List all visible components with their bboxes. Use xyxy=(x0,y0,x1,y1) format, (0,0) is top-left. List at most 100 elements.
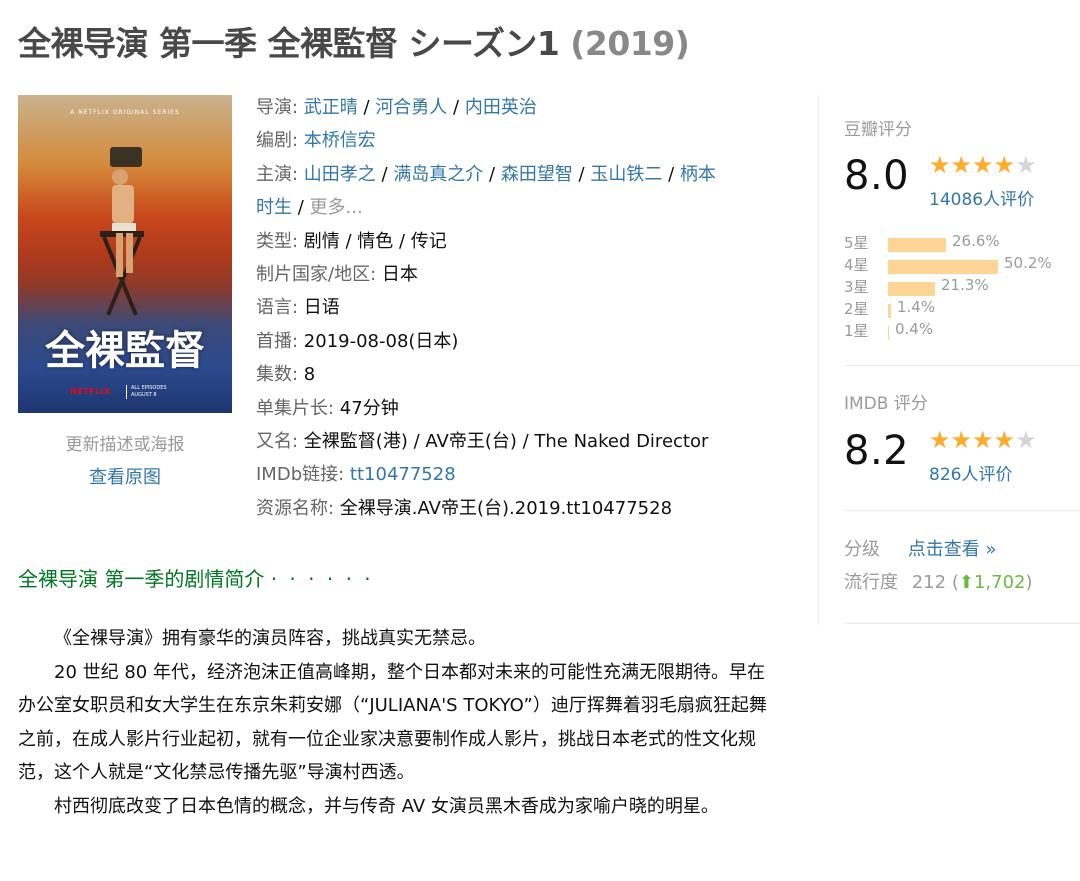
rating-class-row: 分级 点击查看 » xyxy=(844,535,996,561)
runtime-value: 47分钟 xyxy=(339,397,399,419)
star-full-icon: ★ xyxy=(972,426,994,454)
language-value: 日语 xyxy=(303,297,340,319)
director-row: 导演: 武正晴 / 河合勇人 / 内田英治 xyxy=(256,97,537,118)
aka-row: 又名: 全裸監督(港) / AV帝王(台) / The Naked Direct… xyxy=(256,431,709,453)
writer-label: 编剧 xyxy=(256,130,292,152)
imdb-row: IMDb链接: tt10477528 xyxy=(256,464,456,486)
star-full-icon: ★ xyxy=(993,426,1016,454)
star-level-label: 1星 xyxy=(844,322,869,340)
summary-heading-text: 全裸导演 第一季的剧情简介 xyxy=(18,567,265,591)
rating-class-link[interactable]: 点击查看 » xyxy=(908,539,997,560)
imdb-label: IMDb链接 xyxy=(256,464,339,486)
cast-link[interactable]: 时生 xyxy=(256,197,292,218)
cast-link[interactable]: 山田孝之 xyxy=(304,164,376,185)
douban-rating-label: 豆瓣评分 xyxy=(844,120,912,140)
popularity-value: 212 xyxy=(911,572,947,593)
star-level-label: 3星 xyxy=(844,278,869,296)
star-full-icon: ★ xyxy=(950,426,973,454)
premiere-row: 首播: 2019-08-08(日本) xyxy=(256,330,459,352)
star-full-icon: ★ xyxy=(929,151,951,179)
cast-link[interactable]: 柄本 xyxy=(680,164,716,185)
rating-bar-row: 1星 0.4% xyxy=(844,320,1074,342)
runtime-label: 单集片长 xyxy=(256,397,328,419)
country-value: 日本 xyxy=(381,264,418,286)
language-row: 语言: 日语 xyxy=(256,297,340,319)
imdb-link[interactable]: tt10477528 xyxy=(350,464,456,485)
netflix-logo: NETFLIX xyxy=(70,387,111,396)
rating-distribution: 5星 26.6% 4星 50.2% 3星 21.3% 2星 1.4% 1星 0.4% xyxy=(844,232,1074,342)
update-poster-link[interactable]: 更新描述或海报 xyxy=(18,430,232,455)
aka-value: 全裸監督(港) / AV帝王(台) / The Naked Director xyxy=(303,431,709,453)
poster-image[interactable]: A NETFLIX ORIGINAL SERIES 全裸監督 NETFLIX A… xyxy=(18,95,232,413)
star-full-icon: ★ xyxy=(972,151,994,179)
page-title: 全裸导演 第一季 全裸監督 シーズン1 (2019) xyxy=(18,18,690,70)
douban-votes-link[interactable]: 14086人评价 xyxy=(929,185,1034,210)
resource-label: 资源名称 xyxy=(256,497,328,519)
more-cast-link[interactable]: 更多... xyxy=(310,197,363,218)
popularity-row: 流行度 212 (⬆1,702) xyxy=(844,572,1033,593)
rating-bar-row: 4星 50.2% xyxy=(844,254,1074,276)
premiere-value: 2019-08-08(日本) xyxy=(303,330,459,352)
episodes-label: 集数 xyxy=(256,364,292,386)
cast-row: 主演: 山田孝之 / 满岛真之介 / 森田望智 / 玉山铁二 / 柄本 xyxy=(256,163,716,185)
imdb-stars: ★★★★★ xyxy=(929,428,1037,452)
poster-figure-illustration xyxy=(100,147,144,316)
view-original-link[interactable]: 查看原图 xyxy=(18,463,232,489)
star-full-icon: ★ xyxy=(993,151,1016,179)
poster-episodes-note: ALL EPISODES AUGUST 8 xyxy=(126,385,181,399)
rating-bar-row: 5星 26.6% xyxy=(844,232,1074,254)
divider xyxy=(844,510,1080,511)
title-main: 全裸导演 第一季 全裸監督 シーズン1 xyxy=(18,24,560,63)
cast-label: 主演 xyxy=(256,163,292,185)
douban-score: 8.0 xyxy=(844,153,910,199)
imdb-score: 8.2 xyxy=(844,428,910,474)
aka-label: 又名 xyxy=(256,431,292,453)
rating-bar-row: 3星 21.3% xyxy=(844,276,1074,298)
episodes-value: 8 xyxy=(303,364,316,386)
country-row: 制片国家/地区: 日本 xyxy=(256,264,418,286)
genre-value: 剧情 / 情色 / 传记 xyxy=(303,230,447,252)
info-panel: 导演: 武正晴 / 河合勇人 / 内田英治 编剧: 本桥信宏 主演: 山田孝之 … xyxy=(256,91,796,525)
language-label: 语言 xyxy=(256,297,292,319)
star-full-icon: ★ xyxy=(929,426,951,454)
cast-link[interactable]: 森田望智 xyxy=(501,164,573,185)
rating-percent: 1.4% xyxy=(897,298,936,316)
star-level-label: 5星 xyxy=(844,234,869,252)
popularity-change: 1,702 xyxy=(973,572,1026,593)
summary-paragraph: 20 世纪 80 年代，经济泡沫正值高峰期，整个日本都对未来的可能性充满无限期待… xyxy=(18,661,767,784)
star-level-label: 2星 xyxy=(844,300,869,318)
rating-percent: 26.6% xyxy=(952,232,1000,250)
summary-paragraph: 村西彻底改变了日本色情的概念，并与传奇 AV 女演员黑木香成为家喻户晓的明星。 xyxy=(54,795,719,817)
rating-percent: 0.4% xyxy=(895,320,934,338)
rating-bar xyxy=(888,326,889,340)
summary-heading-dots: · · · · · · xyxy=(270,567,374,591)
writer-link[interactable]: 本桥信宏 xyxy=(304,130,376,151)
genre-row: 类型: 剧情 / 情色 / 传记 xyxy=(256,230,447,252)
director-link[interactable]: 武正晴 xyxy=(304,97,358,118)
director-link[interactable]: 内田英治 xyxy=(465,97,537,118)
cast-link[interactable]: 满岛真之介 xyxy=(393,164,483,185)
imdb-votes-link[interactable]: 826人评价 xyxy=(929,460,1012,485)
country-label: 制片国家/地区 xyxy=(256,264,371,286)
rating-percent: 50.2% xyxy=(1004,254,1052,272)
writer-row: 编剧: 本桥信宏 xyxy=(256,130,376,152)
arrow-up-icon: ⬆ xyxy=(958,572,974,593)
cast-link[interactable]: 玉山铁二 xyxy=(590,164,662,185)
resource-value: 全裸导演.AV帝王(台).2019.tt10477528 xyxy=(339,497,673,519)
summary-heading: 全裸导演 第一季的剧情简介 · · · · · · xyxy=(18,563,374,592)
star-empty-icon: ★ xyxy=(1015,426,1037,454)
poster-big-title: 全裸監督 xyxy=(45,328,205,374)
rating-bar-row: 2星 1.4% xyxy=(844,298,1074,320)
rating-panel: 豆瓣评分 8.0 ★★★★★ 14086人评价 5星 26.6% 4星 50.2% … xyxy=(818,95,1080,625)
summary-text: 《全裸导演》拥有豪华的演员阵容，挑战真实无禁忌。 20 世纪 80 年代，经济泡… xyxy=(18,622,782,824)
title-year: (2019) xyxy=(570,24,690,63)
director-label: 导演 xyxy=(256,97,292,118)
divider xyxy=(844,623,1080,624)
divider xyxy=(844,365,1080,366)
rating-class-label: 分级 xyxy=(844,539,880,560)
director-link[interactable]: 河合勇人 xyxy=(375,97,447,118)
imdb-rating-label: IMDB 评分 xyxy=(844,394,928,414)
summary-paragraph: 《全裸导演》拥有豪华的演员阵容，挑战真实无禁忌。 xyxy=(54,628,486,649)
rating-bar xyxy=(888,304,891,318)
star-empty-icon: ★ xyxy=(1015,151,1037,179)
